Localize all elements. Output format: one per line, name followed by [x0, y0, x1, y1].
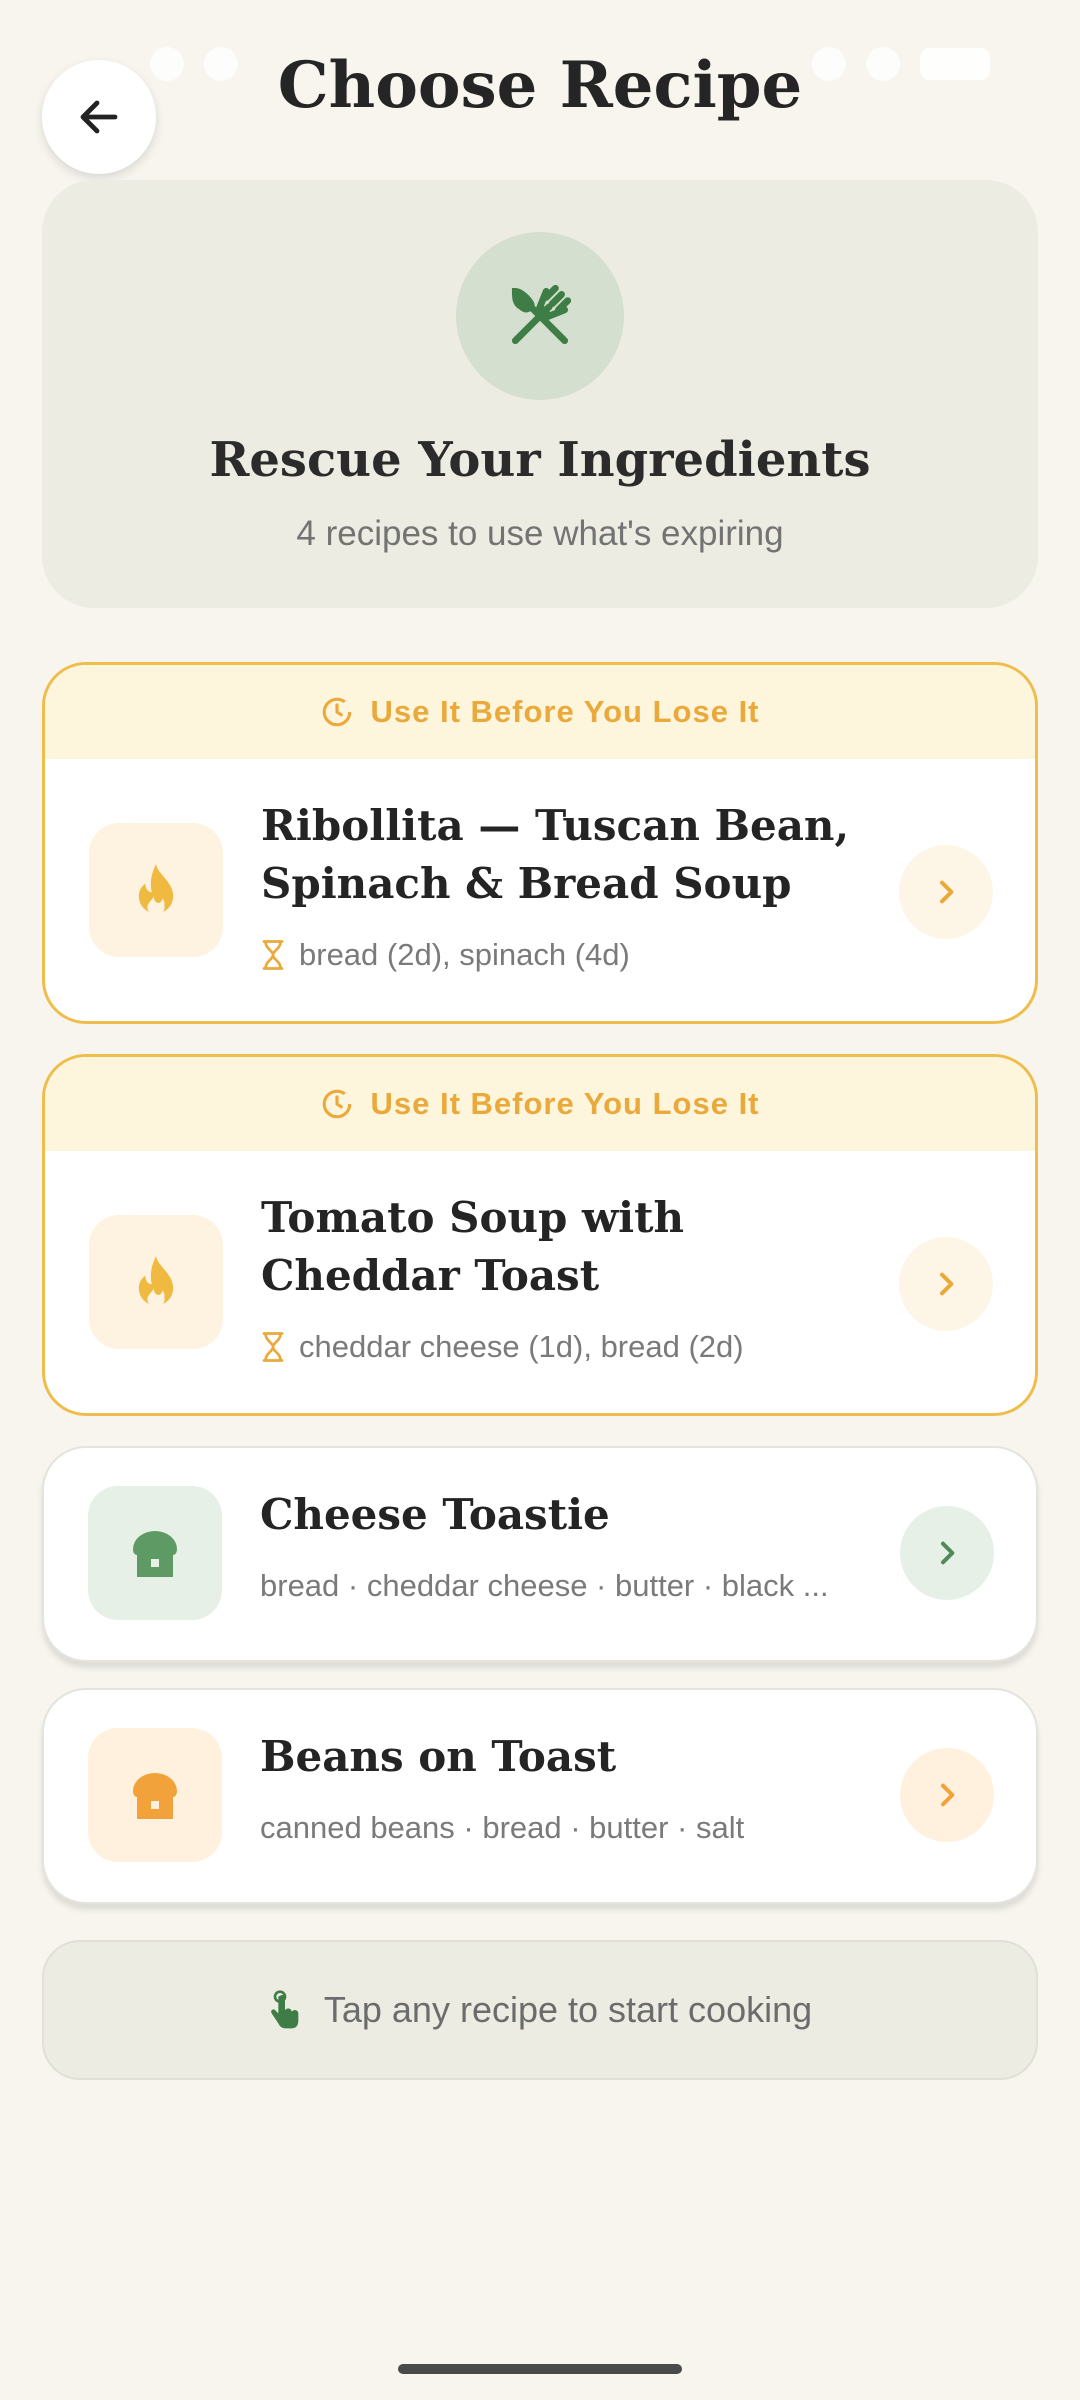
- urgent-banner-label: Use It Before You Lose It: [370, 694, 760, 729]
- tap-hint: Tap any recipe to start cooking: [42, 1940, 1038, 2080]
- ingredients-list: bread · cheddar cheese · butter · black …: [260, 1568, 900, 1604]
- recipe-card-cheese-toastie[interactable]: Cheese Toastie bread · cheddar cheese · …: [42, 1446, 1038, 1662]
- utensils-icon: [511, 284, 572, 345]
- urgent-banner: Use It Before You Lose It: [45, 665, 1035, 759]
- chevron-right-icon: [940, 880, 954, 904]
- expiry-info: bread (2d), spinach (4d): [261, 937, 901, 973]
- hourglass-icon: [262, 1332, 284, 1362]
- bread-icon: [133, 1773, 177, 1819]
- page-title: Choose Recipe: [277, 48, 803, 123]
- hero-subtitle: 4 recipes to use what's expiring: [296, 514, 784, 553]
- hero-title: Rescue Your Ingredients: [209, 432, 871, 488]
- hint-text: Tap any recipe to start cooking: [323, 1989, 813, 2030]
- expiry-info: cheddar cheese (1d), bread (2d): [261, 1329, 901, 1365]
- recipe-icon-tile: [88, 1486, 222, 1620]
- home-indicator[interactable]: [398, 2364, 682, 2374]
- recipe-card-tomato-soup[interactable]: Use It Before You Lose It Tomato Soup wi…: [42, 1054, 1038, 1416]
- clock-alert-icon: [323, 697, 352, 727]
- hero-card: Rescue Your Ingredients 4 recipes to use…: [42, 180, 1038, 608]
- recipe-icon-tile: [88, 1728, 222, 1862]
- utensils-badge: [456, 232, 624, 400]
- recipe-icon-tile: [89, 823, 223, 957]
- expiry-text: cheddar cheese (1d), bread (2d): [299, 1329, 744, 1364]
- recipe-name: Beans on Toast: [260, 1732, 617, 1781]
- chevron-right-icon: [940, 1272, 954, 1296]
- recipe-name: Cheese Toastie: [260, 1490, 610, 1539]
- ingredients-list: canned beans · bread · butter · salt: [260, 1810, 900, 1846]
- bread-icon: [133, 1531, 177, 1577]
- ingredients-text: bread · cheddar cheese · butter · black …: [260, 1568, 829, 1603]
- open-recipe-button[interactable]: [899, 845, 993, 939]
- ingredients-text: canned beans · bread · butter · salt: [260, 1810, 745, 1845]
- flame-icon: [138, 1256, 174, 1308]
- header: Choose Recipe: [0, 30, 1080, 174]
- recipe-name: Tomato Soup with Cheddar Toast: [261, 1193, 685, 1300]
- flame-icon: [138, 864, 174, 916]
- hourglass-icon: [262, 940, 284, 970]
- chevron-right-icon: [941, 1783, 955, 1807]
- open-recipe-button[interactable]: [900, 1506, 994, 1600]
- urgent-banner-label: Use It Before You Lose It: [370, 1086, 760, 1121]
- chevron-right-icon: [941, 1541, 955, 1565]
- recipe-icon-tile: [89, 1215, 223, 1349]
- expiry-text: bread (2d), spinach (4d): [299, 937, 630, 972]
- open-recipe-button[interactable]: [900, 1748, 994, 1842]
- recipe-name: Ribollita — Tuscan Bean, Spinach & Bread…: [261, 801, 850, 908]
- recipe-card-ribollita[interactable]: Use It Before You Lose It Ribollita — Tu…: [42, 662, 1038, 1024]
- urgent-banner: Use It Before You Lose It: [45, 1057, 1035, 1151]
- recipe-card-beans-on-toast[interactable]: Beans on Toast canned beans · bread · bu…: [42, 1688, 1038, 1904]
- tap-hand-icon: [271, 1990, 299, 2029]
- clock-alert-icon: [323, 1089, 352, 1119]
- open-recipe-button[interactable]: [899, 1237, 993, 1331]
